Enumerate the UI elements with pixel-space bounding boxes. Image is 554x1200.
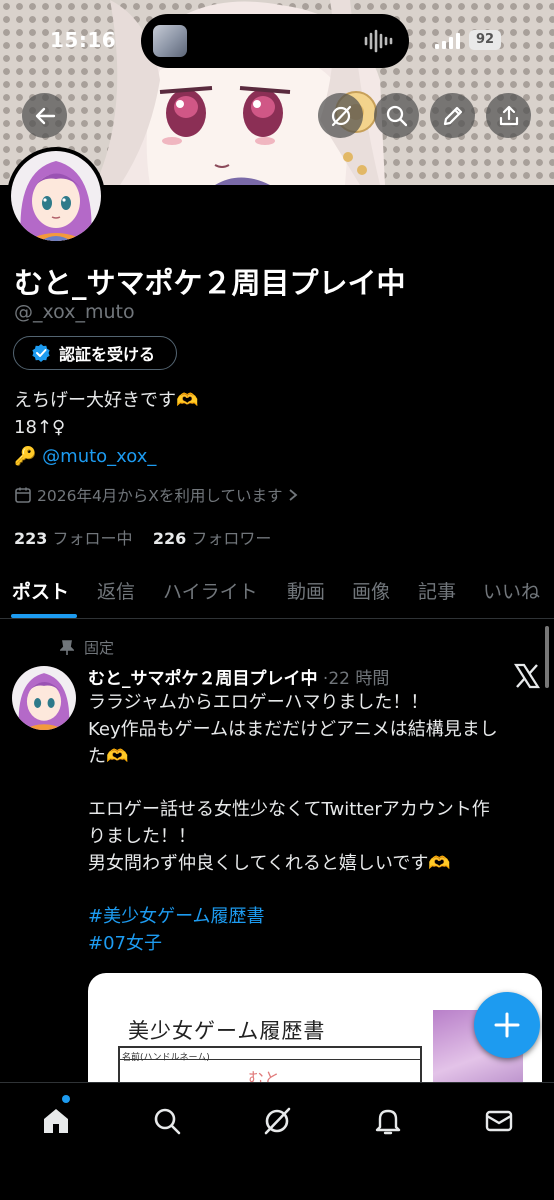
post-author-avatar[interactable] [12,666,76,730]
post-text-line: ララジャムからエロゲーハマりました！！ [88,692,429,713]
followers-count: 226 [152,529,187,548]
status-time: 15:16 [50,28,117,52]
tab-articles[interactable]: 記事 [418,577,456,604]
back-button[interactable] [22,93,67,138]
back-arrow-icon [35,107,55,124]
nav-grok[interactable] [257,1101,297,1141]
search-icon [386,105,407,126]
post-text-line [88,878,544,905]
post-text-line: た🫶 [88,745,129,767]
hashtag-link[interactable]: #美少女ゲーム履歴書 [88,904,544,931]
key-icon: 🔑 [14,446,37,467]
post-text-line [88,770,544,797]
nav-search[interactable] [147,1101,187,1141]
post-text-line: 男女問わず仲良くしてくれると嬉しいです🫶 [88,852,451,874]
tab-likes[interactable]: いいね [483,577,540,604]
verified-badge-icon [32,344,50,362]
messages-icon [485,1110,513,1132]
display-name: むと_サマポケ２周目プレイ中 [14,266,406,300]
join-date-text: 2026年4月からXを利用しています [37,487,283,505]
pin-icon [60,639,74,655]
tab-videos[interactable]: 動画 [287,577,325,604]
nav-notifications[interactable] [368,1101,408,1141]
notification-dot [62,1095,70,1103]
hashtag-link[interactable]: #07女子 [88,931,544,958]
follow-stats: 223 フォロー中 226 フォロワー [14,525,271,549]
search-icon [154,1108,181,1135]
post-text-line: りました！！ [88,825,196,847]
user-handle: @_xox_muto [14,301,135,323]
edit-icon [443,106,462,125]
share-icon [499,105,518,125]
compose-post-button[interactable] [474,992,540,1058]
join-date[interactable]: 2026年4月からXを利用しています [14,484,299,506]
tab-highlights[interactable]: ハイライト [163,577,258,604]
tab-images[interactable]: 画像 [352,577,390,604]
search-button[interactable] [374,93,419,138]
post-text-line: Key作品もゲームはまだだけどアニメは結構見まし [88,718,498,740]
grok-icon [264,1107,291,1135]
home-icon [44,1109,68,1133]
now-playing-thumbnail [153,25,187,57]
get-verified-label: 認証を受ける [59,345,156,364]
get-verified-button[interactable]: 認証を受ける [13,336,177,370]
post-body: ララジャムからエロゲーハマりました！！ Key作品もゲームはまだだけどアニメは結… [88,690,544,958]
post-author-name[interactable]: むと_サマポケ２周目プレイ中 [88,669,318,689]
plus-icon [494,1012,520,1038]
dynamic-island[interactable] [141,14,409,68]
battery-indicator: 92 [469,30,501,50]
bio-line-link: 🔑 @muto_xox_ [14,446,156,467]
following-link[interactable]: 223 フォロー中 [14,529,133,548]
grok-icon [331,105,351,126]
bio-line: 18↑♀ [14,417,66,438]
active-tab-indicator [11,614,77,618]
pinned-label: 固定 [84,639,115,657]
share-button[interactable] [486,93,531,138]
audio-wave-icon [364,29,393,53]
post-header: むと_サマポケ２周目プレイ中 ·22 時間 [88,664,389,689]
profile-avatar[interactable] [7,147,105,245]
x-logo-icon[interactable] [514,663,540,689]
followers-link[interactable]: 226 フォロワー [153,529,272,548]
bio-mention-link[interactable]: @muto_xox_ [42,446,156,467]
bottom-navigation [0,1082,554,1200]
scrollbar[interactable] [545,626,549,688]
tab-posts[interactable]: ポスト [12,577,69,604]
tab-replies[interactable]: 返信 [97,577,135,604]
nav-messages[interactable] [479,1101,519,1141]
bio-line: えちげー大好きです🫶 [14,390,199,411]
media-title-text: 美少女ゲーム履歴書 [128,1019,326,1043]
following-label: フォロー中 [52,529,133,548]
following-count: 223 [14,529,48,548]
nav-home[interactable] [36,1101,76,1141]
profile-tabs: ポスト 返信 ハイライト 動画 画像 記事 いいね [0,567,554,619]
signal-icon [435,33,460,49]
post-time[interactable]: 22 時間 [328,669,389,689]
post-text-line: エロゲー話せる女性少なくてTwitterアカウント作 [88,799,490,821]
calendar-icon [15,487,31,503]
followers-label: フォロワー [191,529,272,548]
grok-button[interactable] [318,93,363,138]
chevron-right-icon [289,489,298,501]
avatar-image [12,666,76,730]
notifications-icon [375,1109,401,1135]
edit-button[interactable] [430,93,475,138]
avatar-image [11,151,101,241]
pinned-indicator: 固定 [60,637,114,658]
